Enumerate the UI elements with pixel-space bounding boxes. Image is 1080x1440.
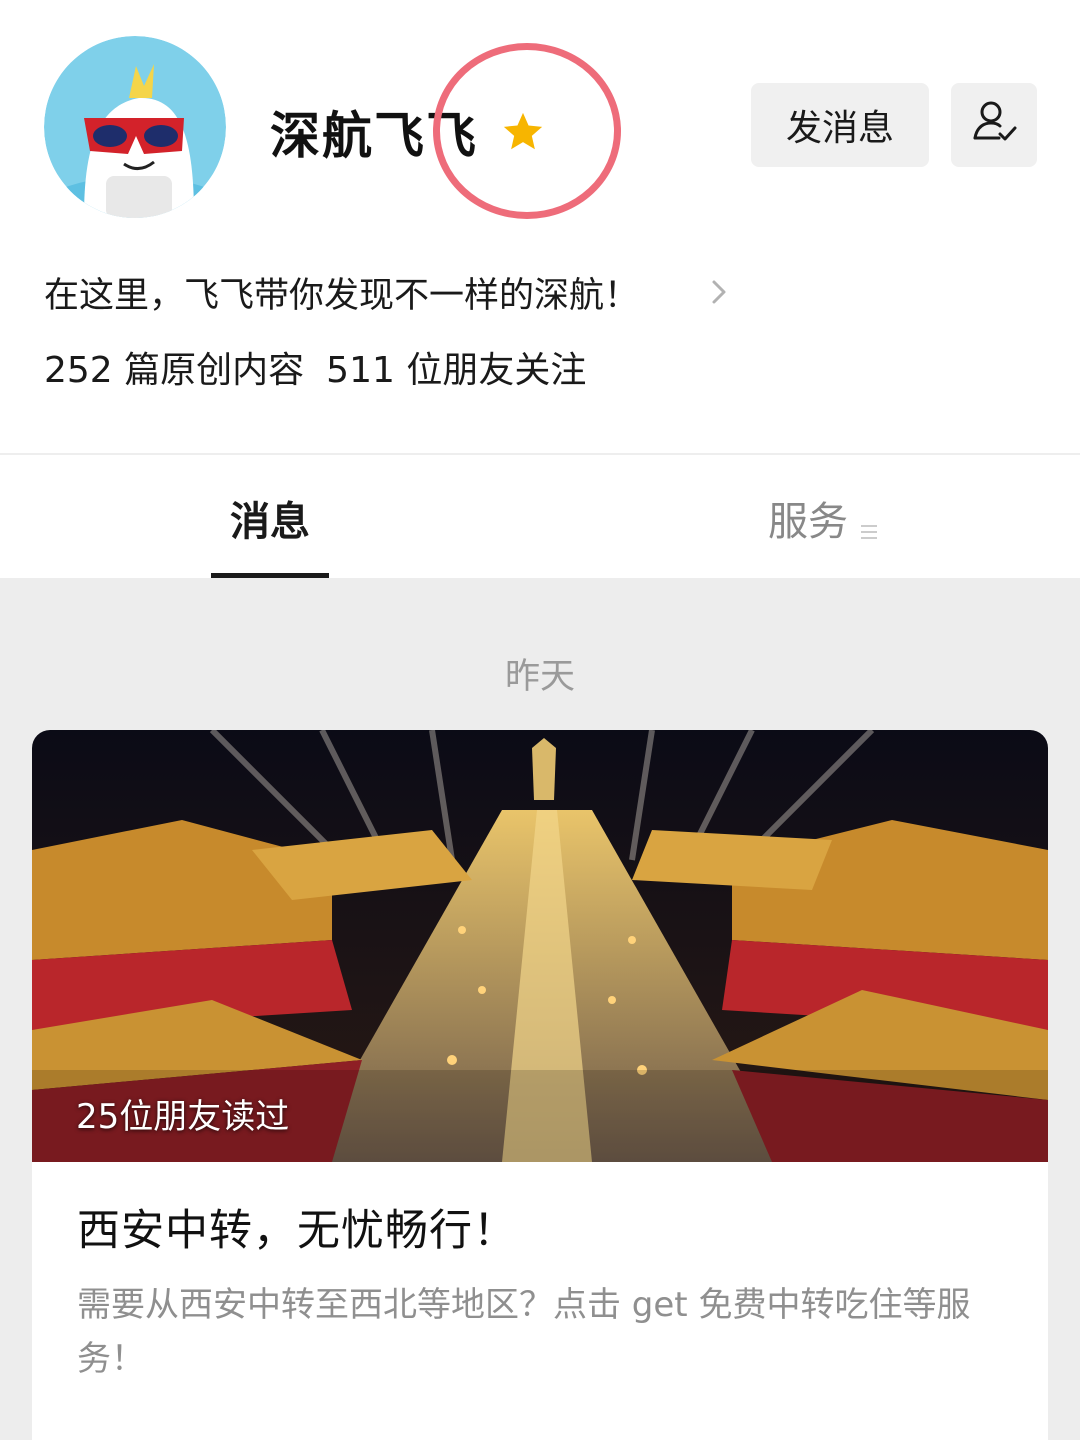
tab-services-label: 服务 xyxy=(768,498,848,545)
chevron-right-icon[interactable] xyxy=(706,272,732,312)
article-title[interactable]: 西安中转，无忧畅行！ xyxy=(77,1196,517,1258)
avatar[interactable] xyxy=(44,36,226,218)
menu-icon xyxy=(860,507,878,539)
follower-count: 511 位朋友关注 xyxy=(326,350,587,391)
send-message-button[interactable]: 发消息 xyxy=(751,83,929,167)
tab-bar: 消息 服务 xyxy=(0,453,1080,578)
read-count: 25位朋友读过 xyxy=(76,1097,290,1137)
article-card[interactable]: 25位朋友读过 西安中转，无忧畅行！ 需要从西安中转至西北等地区？点击 get … xyxy=(32,730,1048,1440)
article-cover-image: 25位朋友读过 xyxy=(32,730,1048,1162)
article-count: 252 篇原创内容 xyxy=(44,350,305,391)
article-summary: 需要从西安中转至西北等地区？点击 get 免费中转吃住等服务！ xyxy=(77,1285,971,1379)
tab-services[interactable]: 服务 xyxy=(768,455,878,580)
date-label: 昨天 xyxy=(504,657,575,697)
profile-page: 深航飞飞 发消息 在这里，飞飞带你发现不一样的深航！ 252 篇原创内容 511… xyxy=(0,0,1080,1440)
profile-stats: 252 篇原创内容 511 位朋友关注 xyxy=(44,338,586,396)
bio[interactable]: 在这里，飞飞带你发现不一样的深航！ xyxy=(44,262,639,322)
follow-icon xyxy=(969,98,1019,152)
message-feed: 昨天 25位朋友读过 西安中转，无忧畅行！ 需要从西安中转至西北等地区？点击 g… xyxy=(0,578,1080,1440)
tab-messages[interactable]: 消息 xyxy=(211,455,329,580)
highlight-circle xyxy=(433,43,621,219)
follow-button[interactable] xyxy=(951,83,1037,167)
